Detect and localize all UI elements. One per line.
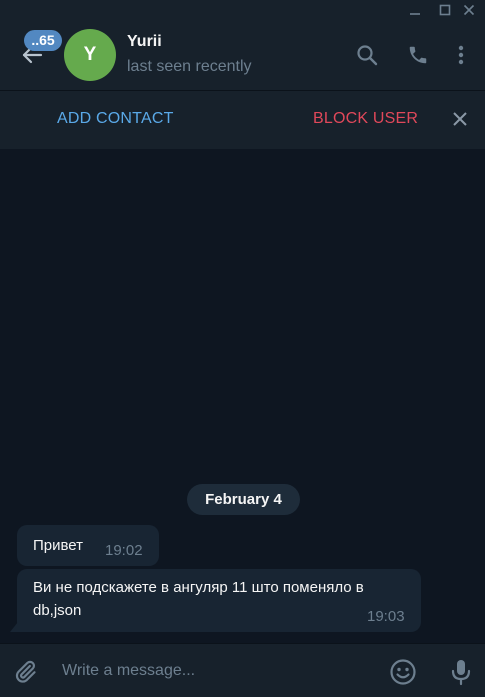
dismiss-action-bar-button[interactable]	[448, 107, 472, 131]
maximize-button[interactable]	[432, 0, 458, 20]
attach-button[interactable]	[10, 657, 40, 687]
add-contact-button[interactable]: ADD CONTACT	[57, 110, 174, 128]
message-composer	[0, 643, 485, 697]
message-input[interactable]	[62, 656, 362, 686]
minimize-button[interactable]	[402, 0, 428, 20]
emoji-button[interactable]	[388, 657, 418, 687]
close-icon	[463, 4, 475, 16]
call-button[interactable]	[404, 41, 432, 69]
message-text-line: Ви не подскажете в ангуляр 11 што поменя…	[33, 579, 364, 596]
avatar[interactable]: Y	[64, 29, 116, 81]
phone-icon	[409, 46, 427, 64]
maximize-icon	[439, 4, 451, 16]
title-bar	[0, 0, 485, 20]
message-text-line: db,json	[33, 602, 82, 619]
message-list[interactable]: February 4 Привет 19:02 Ви не подскажете…	[0, 149, 485, 643]
more-button[interactable]	[447, 41, 475, 69]
contact-action-bar: ADD CONTACT BLOCK USER	[0, 90, 485, 149]
chat-header: ..65 Y Yurii last seen recently	[0, 20, 485, 90]
emoji-icon	[390, 659, 416, 685]
search-button[interactable]	[353, 41, 381, 69]
search-icon	[357, 45, 378, 66]
peer-status: last seen recently	[127, 58, 252, 75]
bubble-tail	[10, 622, 18, 632]
message-bubble[interactable]: Привет 19:02	[17, 525, 159, 566]
message-time: 19:03	[367, 608, 405, 625]
peer-name[interactable]: Yurii	[127, 33, 162, 51]
close-window-button[interactable]	[456, 0, 482, 20]
more-vertical-icon	[458, 45, 464, 65]
close-icon	[453, 112, 467, 126]
block-user-button[interactable]: BLOCK USER	[313, 110, 418, 128]
date-separator: February 4	[187, 484, 300, 515]
paperclip-icon	[15, 660, 36, 683]
unread-count-badge[interactable]: ..65	[24, 30, 62, 51]
microphone-icon	[451, 660, 471, 686]
message-text: Привет	[33, 537, 84, 554]
message-time: 19:02	[105, 542, 143, 559]
minimize-icon	[410, 13, 420, 15]
telegram-window: ..65 Y Yurii last seen recently ADD CONT…	[0, 0, 485, 697]
message-bubble[interactable]: Ви не подскажете в ангуляр 11 што поменя…	[17, 569, 421, 632]
voice-message-button[interactable]	[446, 657, 476, 687]
